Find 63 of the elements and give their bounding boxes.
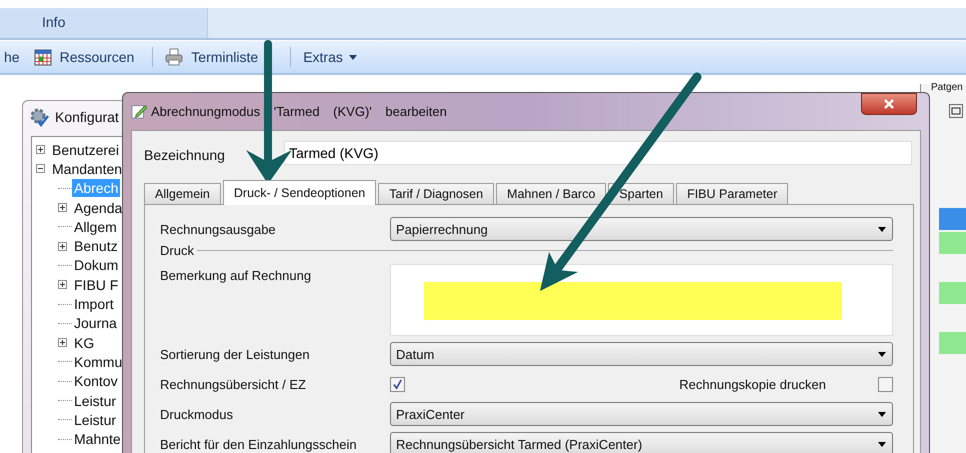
field-label: Rechnungsübersicht / EZ bbox=[160, 376, 307, 392]
tab[interactable]: Druck- / Sendeoptionen bbox=[222, 180, 376, 205]
list-row-highlight bbox=[939, 208, 966, 230]
field-label: Bericht für den Einzahlungsschein bbox=[160, 436, 358, 452]
dropdown[interactable]: PraxiCenter bbox=[390, 402, 893, 426]
window-title: Konfigurat bbox=[55, 109, 119, 125]
dropdown[interactable]: Papierrechnung bbox=[390, 217, 893, 241]
dropdown[interactable]: Rechnungsübersicht Tarmed (PraxiCenter) bbox=[390, 432, 893, 453]
tree-item[interactable]: Leistur bbox=[72, 392, 118, 410]
tree-item[interactable]: Leistur bbox=[72, 410, 118, 429]
restore-icon[interactable] bbox=[949, 104, 963, 118]
toolbar-button[interactable]: he bbox=[4, 49, 20, 65]
expander-icon[interactable] bbox=[36, 145, 45, 154]
close-button[interactable] bbox=[861, 93, 917, 115]
tree-item[interactable]: Agenda bbox=[72, 198, 124, 217]
tab[interactable]: Tarif / Diagnosen bbox=[378, 183, 494, 204]
tree-item[interactable]: Import bbox=[72, 295, 116, 314]
tree-item[interactable]: Kontov bbox=[72, 372, 120, 390]
tree-item[interactable]: Mandanten bbox=[50, 160, 124, 178]
edit-icon bbox=[131, 103, 147, 119]
toolbar-button[interactable]: Extras bbox=[303, 49, 343, 65]
remark-field[interactable] bbox=[390, 264, 893, 336]
tree-item[interactable]: Benutz bbox=[72, 237, 120, 256]
checkbox[interactable] bbox=[390, 376, 405, 392]
tree-item[interactable]: Kommu bbox=[72, 352, 124, 371]
tab[interactable]: Allgemein bbox=[144, 183, 221, 204]
gear-icon bbox=[29, 107, 49, 127]
tree-item[interactable]: KG bbox=[72, 334, 96, 352]
tree-item[interactable]: Benutzerei bbox=[50, 140, 121, 159]
expander-icon[interactable] bbox=[58, 242, 67, 251]
list-row-highlight bbox=[939, 232, 966, 254]
tab[interactable]: Mahnen / Barco bbox=[496, 183, 606, 204]
dropdown[interactable]: Datum bbox=[390, 342, 893, 366]
checkbox[interactable] bbox=[878, 376, 893, 392]
field-label: Bemerkung auf Rechnung bbox=[160, 268, 312, 283]
toolbar-button[interactable]: Terminliste bbox=[191, 49, 258, 65]
expander-icon[interactable] bbox=[58, 203, 67, 212]
tab[interactable]: FIBU Parameter bbox=[676, 183, 788, 204]
calendar-icon[interactable] bbox=[34, 48, 52, 66]
list-row-highlight bbox=[939, 282, 966, 304]
expander-icon[interactable] bbox=[36, 164, 45, 174]
dropdown-caret-icon[interactable] bbox=[348, 54, 357, 60]
tree-item[interactable]: Journa bbox=[72, 314, 119, 332]
tree-item[interactable]: FIBU F bbox=[72, 276, 120, 294]
tree-item[interactable]: Allgem bbox=[72, 218, 119, 236]
tree-item[interactable]: Mahnte bbox=[72, 430, 123, 448]
field-label: Druckmodus bbox=[160, 406, 234, 422]
field-label: Bezeichnung bbox=[144, 147, 226, 163]
name-field[interactable]: Tarmed (KVG) bbox=[284, 141, 912, 165]
field-label: Sortierung der Leistungen bbox=[160, 346, 311, 362]
checkbox-label: Rechnungskopie drucken bbox=[679, 376, 826, 392]
toolbar-button[interactable]: Ressourcen bbox=[60, 49, 134, 65]
tree-item[interactable]: Dokum bbox=[72, 256, 120, 274]
expander-icon[interactable] bbox=[58, 280, 67, 290]
field-label: Rechnungsausgabe bbox=[160, 222, 277, 236]
ribbon-tab[interactable]: Info bbox=[0, 8, 208, 38]
expander-icon[interactable] bbox=[58, 338, 67, 348]
close-icon[interactable] bbox=[883, 98, 895, 110]
group-label: Druck bbox=[160, 243, 194, 258]
list-row-highlight bbox=[939, 332, 966, 354]
window-title: Abrechnungmodus 'Tarmed (KVG)' bearbeiten bbox=[151, 104, 447, 118]
printer-icon[interactable] bbox=[165, 48, 184, 66]
window-title: Patgen bbox=[931, 82, 963, 93]
